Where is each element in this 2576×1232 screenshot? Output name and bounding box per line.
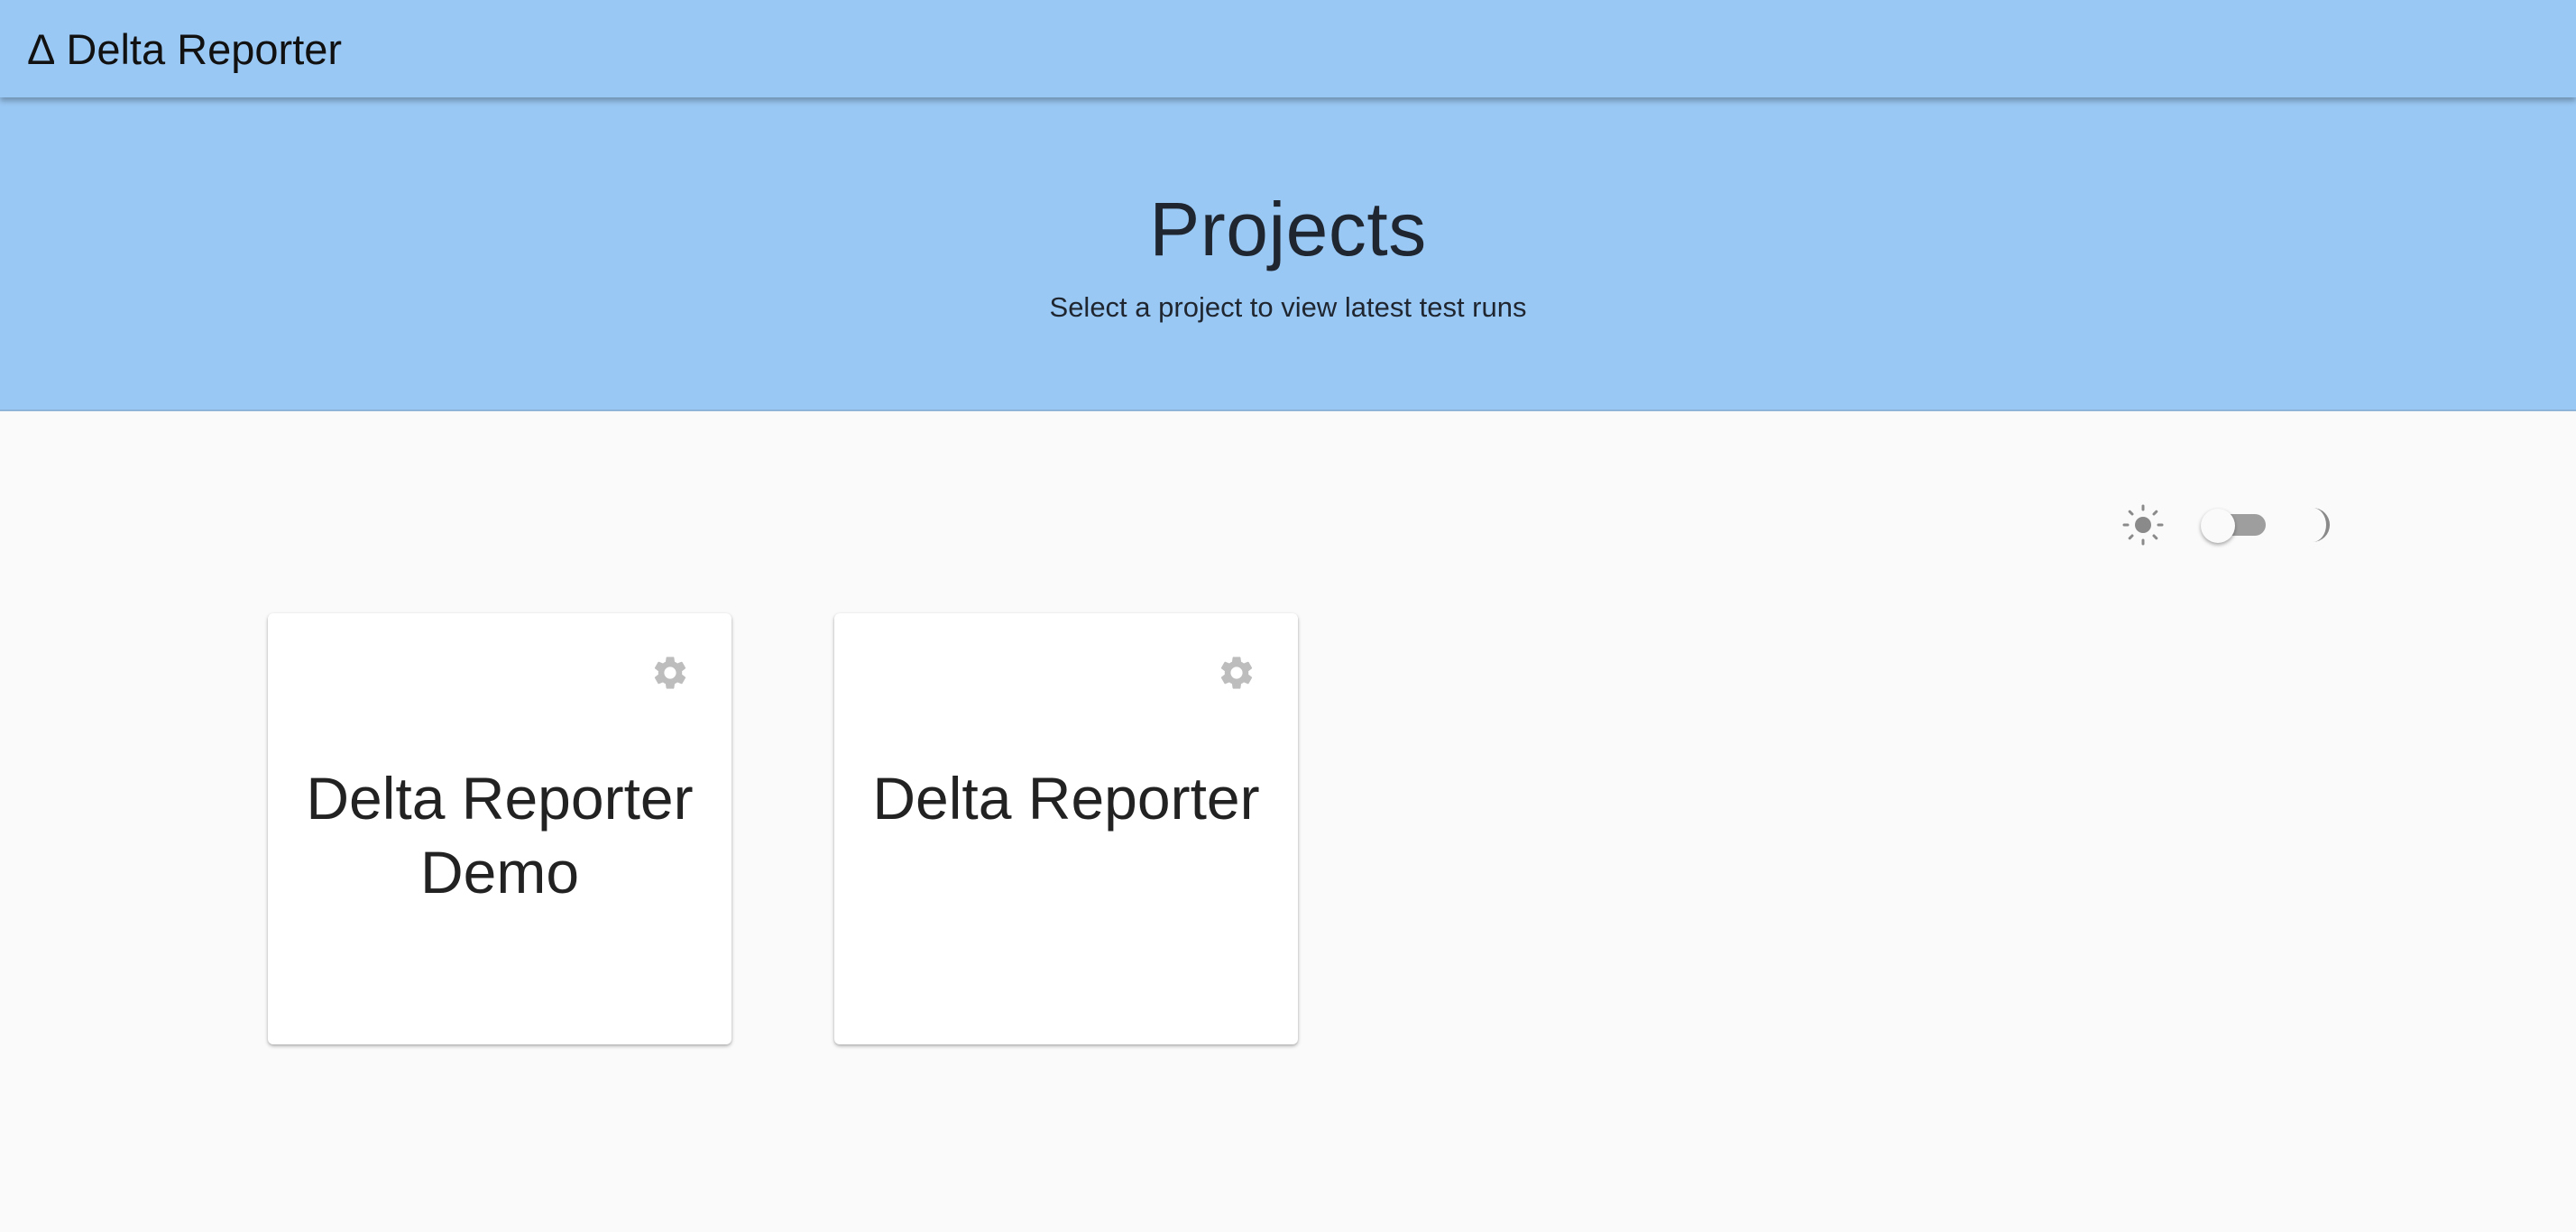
switch-thumb[interactable]: [2201, 509, 2235, 543]
dark-mode-switch[interactable]: [2201, 509, 2266, 543]
page-title: Projects: [1149, 187, 1427, 271]
page-subtitle: Select a project to view latest test run…: [1049, 291, 1527, 323]
app-home-link[interactable]: Δ Delta Reporter: [27, 28, 342, 70]
gear-icon[interactable]: [650, 653, 690, 693]
gear-icon[interactable]: [1217, 653, 1256, 693]
app-bar: Δ Delta Reporter: [0, 0, 2576, 97]
sun-icon[interactable]: [2121, 503, 2165, 547]
delta-logo: Δ: [27, 24, 56, 73]
moon-icon[interactable]: [2298, 503, 2341, 547]
app-title: Delta Reporter: [66, 24, 343, 73]
theme-toggle: [2121, 501, 2345, 548]
project-card[interactable]: Delta Reporter: [834, 613, 1298, 1044]
hero-banner: Projects Select a project to view latest…: [0, 97, 2576, 411]
project-name: Delta Reporter: [872, 765, 1260, 832]
project-card[interactable]: Delta Reporter Demo: [268, 613, 731, 1044]
project-name: Delta Reporter Demo: [306, 765, 694, 906]
